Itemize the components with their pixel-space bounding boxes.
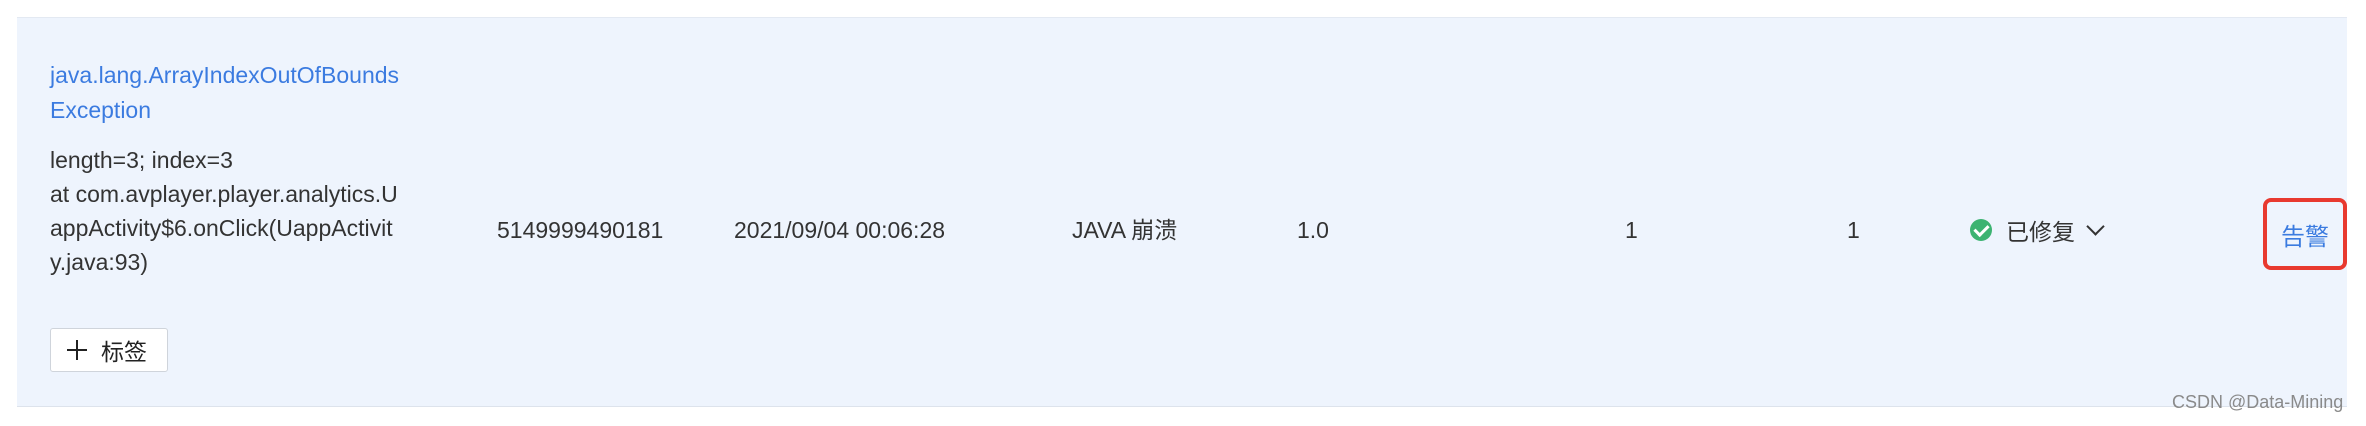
app-version: 1.0 — [1297, 217, 1329, 243]
alert-link-label: 告警 — [2281, 223, 2329, 251]
error-detail-line: appActivity$6.onClick(UappActivit — [50, 215, 393, 241]
check-circle-icon — [1970, 219, 1992, 241]
error-title-line-2: Exception — [50, 97, 152, 123]
error-detail-line: length=3; index=3 — [50, 147, 233, 173]
status-label: 已修复 — [2006, 219, 2075, 245]
error-detail-line: y.java:93) — [50, 249, 149, 275]
plus-icon — [67, 340, 87, 360]
chevron-down-icon — [2086, 217, 2105, 236]
alert-link[interactable]: 告警 — [2263, 198, 2347, 270]
occurrence-count: 1 — [1625, 217, 1638, 243]
issue-row: java.lang.ArrayIndexOutOfBounds Exceptio… — [17, 17, 2347, 407]
status-dropdown[interactable]: 已修复 — [1970, 213, 2105, 247]
add-tag-button[interactable]: 标签 — [50, 328, 168, 372]
error-title-link[interactable]: java.lang.ArrayIndexOutOfBounds Exceptio… — [50, 58, 450, 128]
error-detail: length=3; index=3 at com.avplayer.player… — [50, 143, 470, 279]
error-detail-line: at com.avplayer.player.analytics.U — [50, 181, 398, 207]
affected-user-count: 1 — [1847, 217, 1860, 243]
watermark: CSDN @Data-Mining — [2172, 392, 2344, 412]
crash-type: JAVA 崩溃 — [1072, 217, 1178, 243]
error-title-line-1: java.lang.ArrayIndexOutOfBounds — [50, 62, 400, 88]
issue-time: 2021/09/04 00:06:28 — [734, 217, 946, 243]
add-tag-label: 标签 — [101, 339, 147, 365]
issue-id: 5149999490181 — [497, 217, 664, 243]
